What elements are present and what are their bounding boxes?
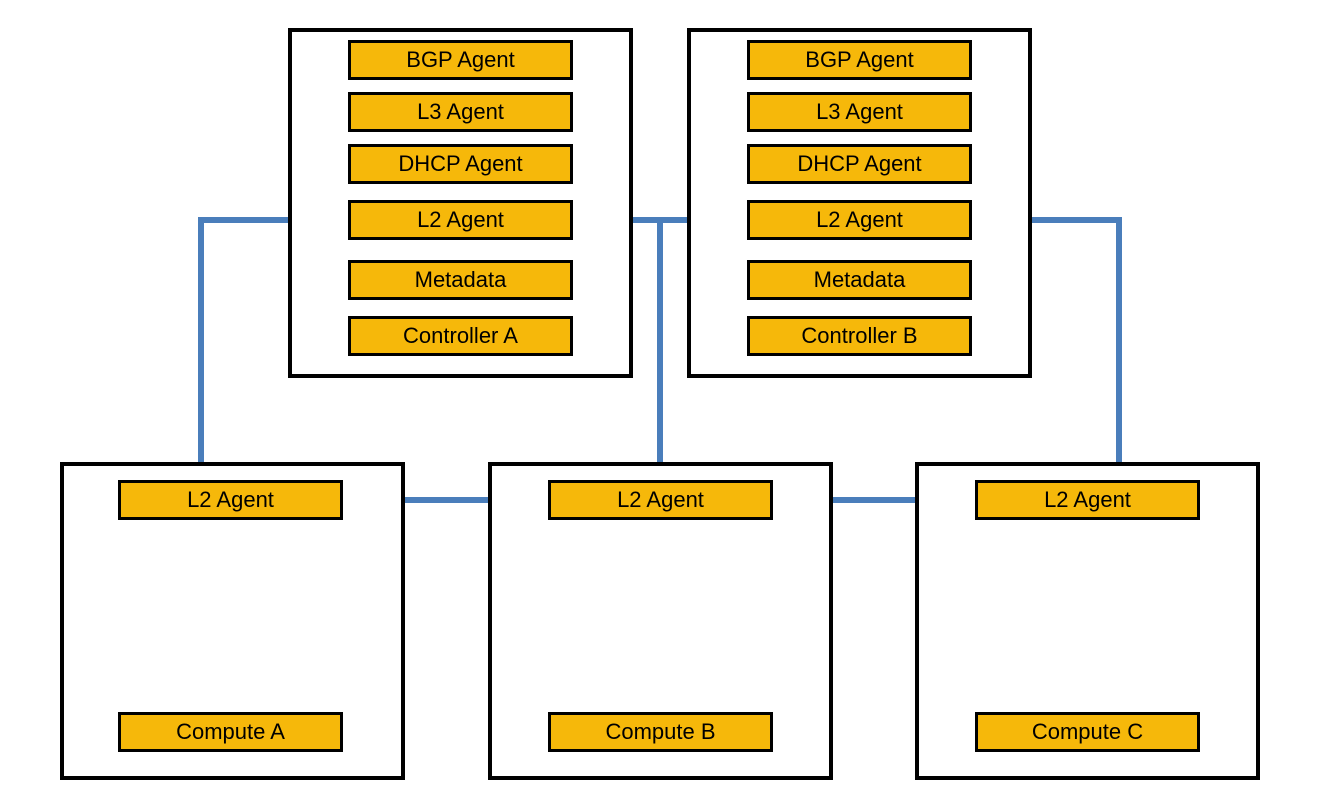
agent-label: Controller A: [403, 323, 518, 349]
agent-label: L2 Agent: [617, 487, 704, 513]
agent-label: BGP Agent: [805, 47, 913, 73]
compute-b-name: Compute B: [548, 712, 773, 752]
conn-left-drop: [198, 217, 204, 500]
agent-label: L2 Agent: [417, 207, 504, 233]
agent-label: Compute A: [176, 719, 285, 745]
agent-label: BGP Agent: [406, 47, 514, 73]
controller-b-metadata: Metadata: [747, 260, 972, 300]
agent-label: L2 Agent: [187, 487, 274, 513]
compute-c-name: Compute C: [975, 712, 1200, 752]
controller-a-l2-agent: L2 Agent: [348, 200, 573, 240]
controller-a-bgp-agent: BGP Agent: [348, 40, 573, 80]
agent-label: L2 Agent: [816, 207, 903, 233]
agent-label: Compute B: [605, 719, 715, 745]
agent-label: Metadata: [814, 267, 906, 293]
agent-label: L2 Agent: [1044, 487, 1131, 513]
agent-label: Metadata: [415, 267, 507, 293]
agent-label: L3 Agent: [816, 99, 903, 125]
agent-label: L3 Agent: [417, 99, 504, 125]
agent-label: Controller B: [801, 323, 917, 349]
conn-mid-drop: [657, 217, 663, 500]
controller-a-name: Controller A: [348, 316, 573, 356]
compute-a-name: Compute A: [118, 712, 343, 752]
compute-a-l2-agent: L2 Agent: [118, 480, 343, 520]
controller-b-dhcp-agent: DHCP Agent: [747, 144, 972, 184]
agent-label: Compute C: [1032, 719, 1143, 745]
agent-label: DHCP Agent: [398, 151, 522, 177]
controller-a-l3-agent: L3 Agent: [348, 92, 573, 132]
conn-right-drop: [1116, 217, 1122, 500]
controller-a-metadata: Metadata: [348, 260, 573, 300]
controller-b-l3-agent: L3 Agent: [747, 92, 972, 132]
compute-c-l2-agent: L2 Agent: [975, 480, 1200, 520]
controller-b-bgp-agent: BGP Agent: [747, 40, 972, 80]
compute-b-l2-agent: L2 Agent: [548, 480, 773, 520]
agent-label: DHCP Agent: [797, 151, 921, 177]
controller-b-l2-agent: L2 Agent: [747, 200, 972, 240]
controller-b-name: Controller B: [747, 316, 972, 356]
controller-a-dhcp-agent: DHCP Agent: [348, 144, 573, 184]
